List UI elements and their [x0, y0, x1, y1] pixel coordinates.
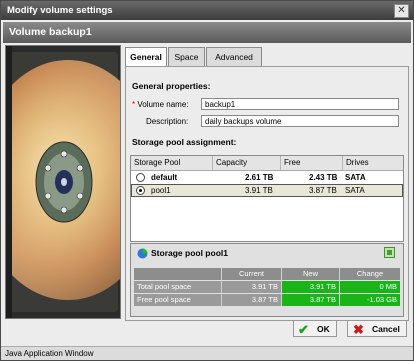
description-label: Description:: [146, 117, 189, 126]
tab-space[interactable]: Space: [168, 47, 205, 66]
tab-general[interactable]: General: [125, 47, 167, 67]
summary-change: 0 MB: [340, 281, 400, 293]
tab-advanced[interactable]: Advanced: [206, 47, 262, 66]
summary-current: 3.87 TB: [222, 294, 282, 306]
pool-name: default: [151, 173, 178, 182]
summary-current: 3.91 TB: [222, 281, 282, 293]
summary-new: 3.91 TB: [282, 281, 340, 293]
volume-name-input[interactable]: backup1: [201, 98, 399, 110]
volume-name-label: * Volume name:: [132, 100, 189, 109]
volume-title: Volume backup1: [9, 26, 92, 38]
pool-capacity: 2.61 TB: [245, 173, 274, 182]
table-row[interactable]: pool1 3.91 TB 3.87 TB SATA: [131, 184, 403, 197]
storage-pool-table: Storage Pool Capacity Free Drives defaul…: [130, 155, 404, 242]
volume-name-label-text: Volume name:: [137, 100, 189, 109]
column-header-capacity[interactable]: Capacity: [213, 156, 281, 170]
summary-change: -1.03 GB: [340, 294, 400, 306]
summary-col-change: Change: [340, 268, 400, 280]
hard-drive-image: [5, 45, 121, 319]
column-header-storage-pool[interactable]: Storage Pool: [131, 156, 213, 170]
x-icon: ✖: [353, 322, 364, 337]
table-row[interactable]: default 2.61 TB 2.43 TB SATA: [131, 171, 403, 184]
close-icon[interactable]: ✕: [394, 4, 409, 18]
pool-free: 2.43 TB: [309, 173, 338, 182]
pool-drives: SATA: [345, 173, 366, 182]
required-marker: *: [132, 100, 136, 109]
ok-button[interactable]: ✔ OK: [293, 320, 337, 337]
refresh-icon[interactable]: [384, 247, 395, 258]
pool-summary-box: Storage pool pool1 Current New Change To…: [130, 243, 404, 317]
status-bar: Java Application Window: [1, 346, 413, 360]
summary-title: Storage pool pool1: [151, 248, 228, 258]
volume-header: Volume backup1: [3, 22, 411, 43]
summary-new: 3.87 TB: [282, 294, 340, 306]
summary-row-label: Total pool space: [134, 281, 222, 293]
pool-free: 3.87 TB: [309, 186, 337, 195]
general-properties-heading: General properties:: [132, 81, 211, 91]
table-header: Storage Pool Capacity Free Drives: [131, 156, 403, 171]
description-input[interactable]: daily backups volume: [201, 115, 399, 127]
storage-pool-heading: Storage pool assignment:: [132, 137, 237, 147]
summary-row-label: Free pool space: [134, 294, 222, 306]
button-bar: ✔ OK ✖ Cancel: [1, 319, 413, 341]
summary-col-new: New: [282, 268, 340, 280]
pool-name: pool1: [151, 186, 171, 195]
ok-label: OK: [317, 324, 330, 334]
title-bar[interactable]: Modify volume settings ✕: [1, 1, 413, 20]
summary-corner: [134, 268, 222, 280]
cancel-label: Cancel: [372, 324, 400, 334]
general-panel: General properties: * Volume name: backu…: [125, 66, 409, 321]
check-icon: ✔: [298, 322, 309, 337]
cancel-button[interactable]: ✖ Cancel: [347, 320, 407, 337]
pool-capacity: 3.91 TB: [245, 186, 273, 195]
table-empty-area: [131, 197, 403, 241]
window-title: Modify volume settings: [7, 5, 113, 16]
column-header-drives[interactable]: Drives: [343, 156, 403, 170]
summary-col-current: Current: [222, 268, 282, 280]
pool-drives: SATA: [345, 186, 365, 195]
pool-radio-pool1[interactable]: [136, 186, 145, 195]
pool-radio-default[interactable]: [136, 173, 145, 182]
pie-chart-icon: [137, 248, 148, 259]
column-header-free[interactable]: Free: [281, 156, 343, 170]
dialog-window: Modify volume settings ✕ Volume backup1: [0, 0, 414, 361]
